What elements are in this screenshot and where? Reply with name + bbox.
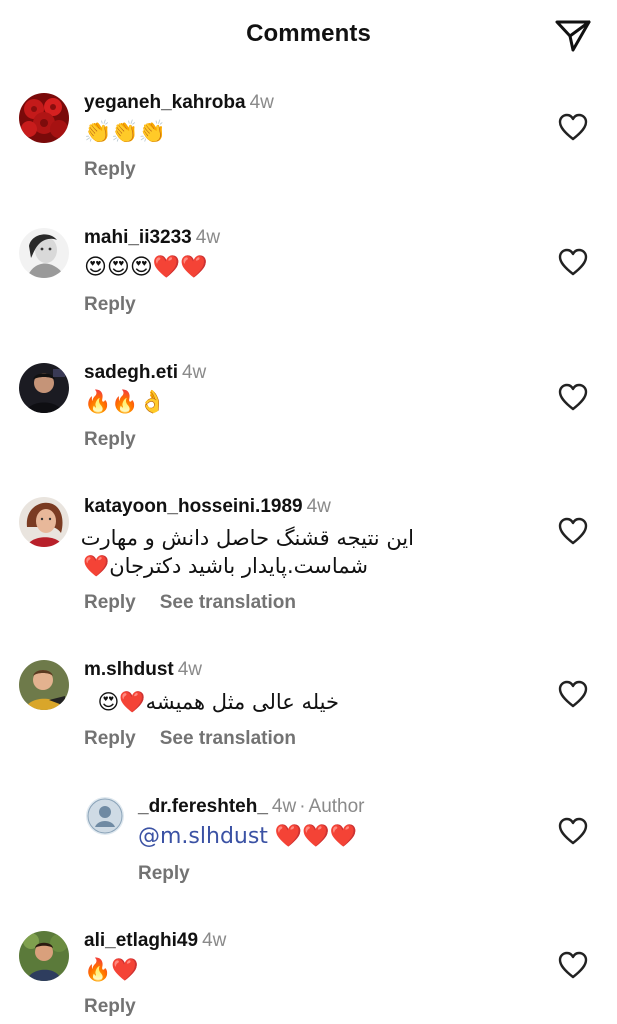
comment-time: 4w [306, 496, 331, 517]
separator-dot: · [299, 796, 306, 817]
comment-time: 4w [195, 227, 221, 248]
comment-meta: mahi_ii3233 4w [84, 227, 220, 249]
reply-button[interactable]: Reply [84, 159, 136, 180]
comment-actions: Reply [84, 429, 136, 451]
comment-username[interactable]: mahi_ii3233 [84, 227, 192, 248]
see-translation-button[interactable]: See translation [160, 728, 296, 749]
comment-time: 4w [181, 362, 207, 383]
mention-link[interactable]: @m.slhdust [138, 824, 268, 849]
heart-outline-icon[interactable] [558, 113, 588, 141]
heart-outline-icon[interactable] [558, 383, 588, 411]
comment-text: خیله عالی مثل همیشه❤️😍 [97, 690, 339, 714]
comment-meta: ali_etlaghi49 4w [84, 930, 226, 952]
comment-text: 🔥❤️ [84, 958, 139, 983]
author-badge: Author [308, 796, 365, 817]
comment-actions: Reply See translation [84, 728, 296, 750]
reply-button[interactable]: Reply [138, 863, 190, 884]
heart-outline-icon[interactable] [558, 817, 588, 845]
comment-meta: sadegh.eti 4w [84, 362, 206, 384]
reply-button[interactable]: Reply [84, 592, 136, 613]
comment-actions: Reply [84, 159, 136, 181]
avatar[interactable] [19, 93, 69, 143]
comment-meta: _dr.fereshteh_ 4w · Author [138, 796, 365, 818]
comment-time: 4w [271, 796, 297, 817]
comment-actions: Reply [84, 294, 136, 316]
avatar[interactable] [86, 797, 124, 835]
comment-text: 🔥🔥👌 [84, 390, 167, 415]
heart-outline-icon[interactable] [558, 951, 588, 979]
comment-text-line-2: شماست.پایدار باشید دکترجان❤️ [83, 554, 368, 578]
comment-meta: yeganeh_kahroba 4w [84, 92, 274, 114]
page-title: Comments [246, 20, 371, 47]
comment-text: @m.slhdust ❤️❤️❤️ [138, 822, 357, 852]
paper-plane-icon[interactable] [553, 16, 593, 56]
comment-text-emoji: ❤️❤️❤️ [267, 824, 358, 849]
avatar[interactable] [19, 497, 69, 547]
comment-text-line-1: این نتیجه قشنگ حاصل دانش و مهارت [80, 526, 414, 550]
reply-button[interactable]: Reply [84, 294, 136, 315]
avatar[interactable] [19, 660, 69, 710]
see-translation-button[interactable]: See translation [160, 592, 296, 613]
comment-actions: Reply [84, 996, 136, 1018]
comment-meta: m.slhdust 4w [84, 659, 202, 681]
comment-meta: katayoon_hosseini.1989 4w [84, 496, 331, 518]
heart-outline-icon[interactable] [558, 248, 588, 276]
comment-actions: Reply [138, 863, 190, 885]
comment-username[interactable]: _dr.fereshteh_ [138, 796, 268, 817]
comment-time: 4w [202, 930, 227, 951]
comment-actions: Reply See translation [84, 592, 296, 614]
reply-button[interactable]: Reply [84, 429, 136, 450]
heart-outline-icon[interactable] [558, 517, 588, 545]
header: Comments [0, 0, 617, 70]
reply-button[interactable]: Reply [84, 728, 136, 749]
avatar[interactable] [19, 931, 69, 981]
comment-username[interactable]: yeganeh_kahroba [84, 92, 246, 113]
comment-username[interactable]: ali_etlaghi49 [84, 930, 198, 951]
avatar[interactable] [19, 363, 69, 413]
reply-button[interactable]: Reply [84, 996, 136, 1017]
comment-time: 4w [249, 92, 274, 113]
comment-text: 😍😍😍❤️❤️ [84, 255, 208, 280]
avatar[interactable] [19, 228, 69, 278]
comment-text: 👏👏👏 [84, 120, 167, 145]
comment-username[interactable]: sadegh.eti [84, 362, 178, 383]
comment-time: 4w [177, 659, 203, 680]
comment-username[interactable]: katayoon_hosseini.1989 [84, 496, 303, 517]
comment-username[interactable]: m.slhdust [84, 659, 174, 680]
heart-outline-icon[interactable] [558, 680, 588, 708]
comments-screen: Comments yeganeh_kahroba 4w 👏👏👏 Reply ma… [0, 0, 617, 1024]
